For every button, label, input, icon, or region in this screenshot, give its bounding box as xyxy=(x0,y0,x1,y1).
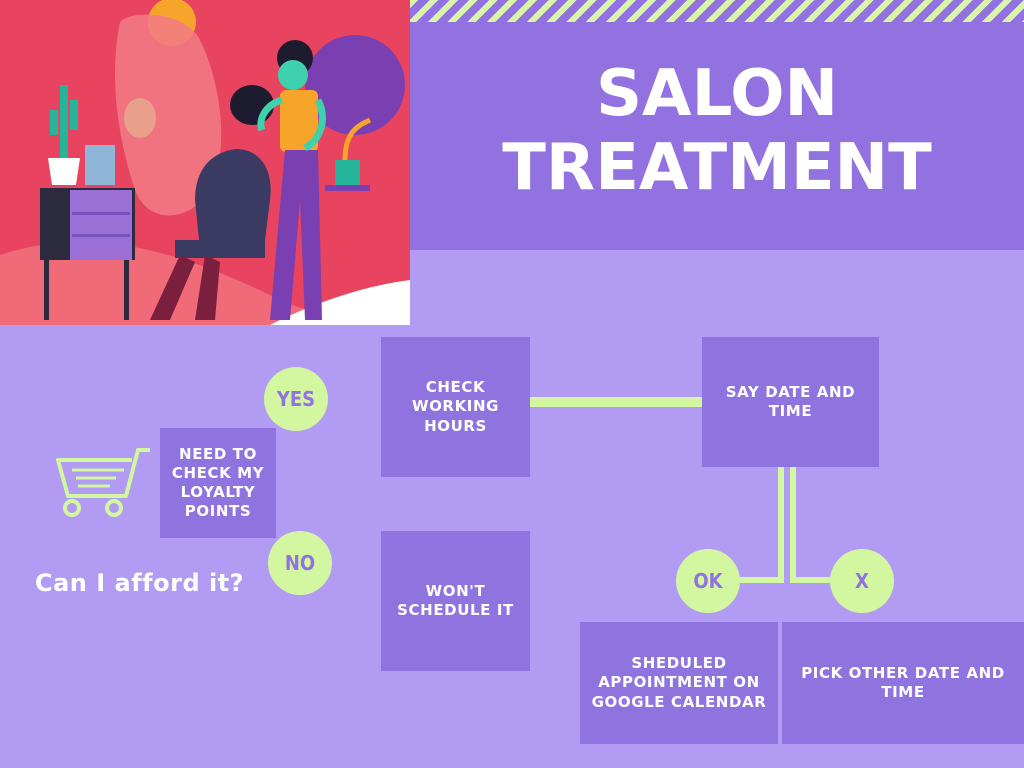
shopping-cart-icon xyxy=(56,448,150,517)
start-question: Can I afford it? xyxy=(35,569,245,597)
page-title-line-2: TREATMENT xyxy=(502,131,932,205)
pick-other-date-node: PICK OTHER DATE AND TIME xyxy=(782,622,1024,744)
scheduled-appointment-node: SHEDULED APPOINTMENT ON GOOGLE CALENDAR xyxy=(580,622,778,744)
connector-date-to-x xyxy=(790,467,796,583)
check-working-hours-node: CHECK WORKING HOURS xyxy=(381,337,530,477)
page-title-line-1: SALON xyxy=(595,57,839,131)
salon-illustration xyxy=(0,0,410,325)
decision-x: X xyxy=(830,549,894,613)
connector-hours-to-date xyxy=(530,397,702,407)
decision-ok: OK xyxy=(676,549,740,613)
decorative-stripes xyxy=(410,0,1024,22)
connector-date-to-ok xyxy=(778,467,784,583)
loyalty-points-node: NEED TO CHECK MY LOYALTY POINTS xyxy=(160,428,276,538)
wont-schedule-node: WON'T SCHEDULE IT xyxy=(381,531,530,671)
decision-yes: YES xyxy=(264,367,328,431)
decision-no: NO xyxy=(268,531,332,595)
say-date-time-node: SAY DATE AND TIME xyxy=(702,337,879,467)
